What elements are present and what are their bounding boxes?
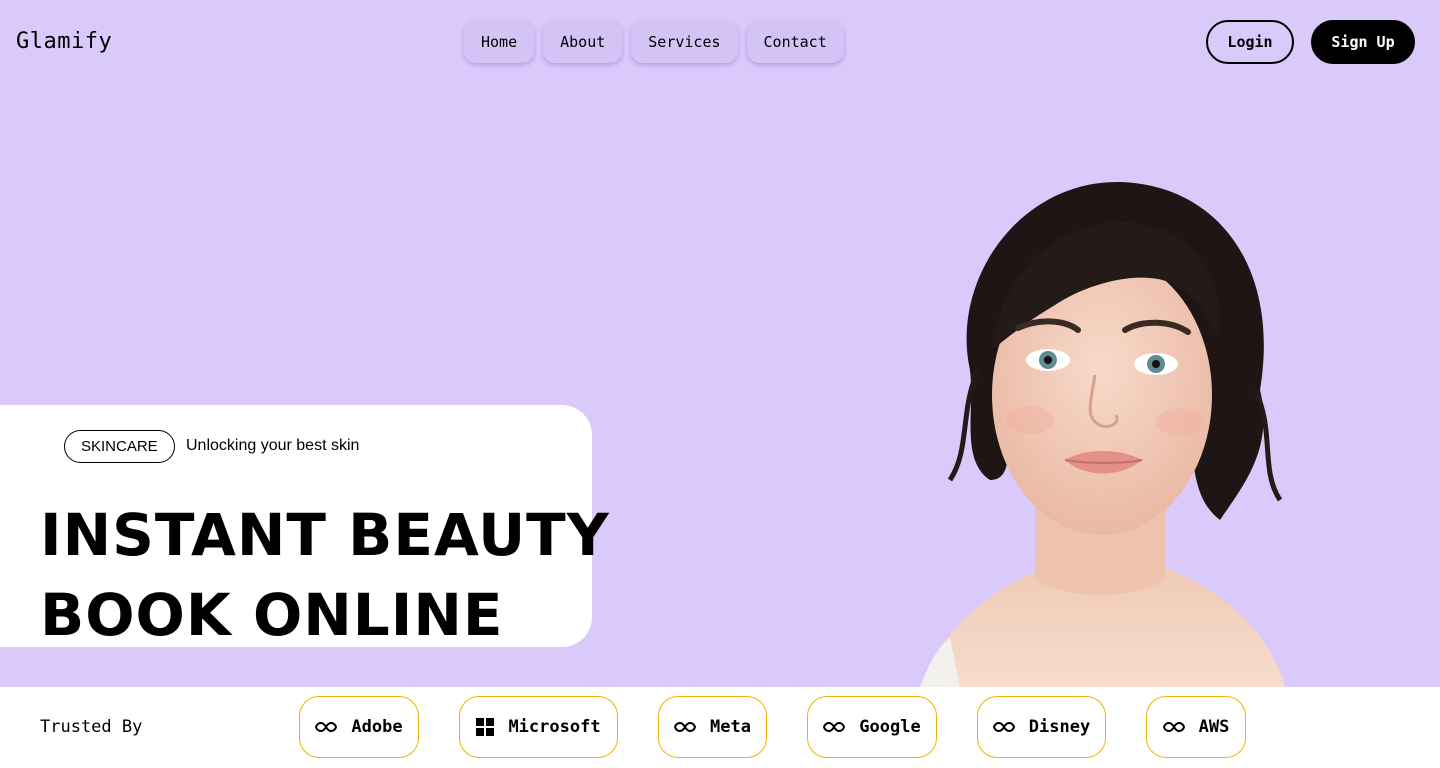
infinity-icon [1162, 721, 1185, 733]
auth-buttons: Login Sign Up [1206, 20, 1415, 64]
nav-home-button[interactable]: Home [464, 21, 535, 63]
brand-name: AWS [1198, 717, 1230, 737]
brand-logo[interactable]: Glamify [16, 27, 112, 57]
headline-line-1: INSTANT BEAUTY [40, 501, 610, 569]
model-portrait-image [920, 181, 1285, 687]
trusted-by-label: Trusted By [40, 717, 143, 737]
brand-pill-microsoft[interactable]: Microsoft [459, 696, 618, 758]
brand-pill-google[interactable]: Google [807, 696, 937, 758]
nav-about-button[interactable]: About [543, 21, 623, 63]
brand-pill-aws[interactable]: AWS [1146, 696, 1246, 758]
brand-name: Disney [1028, 717, 1091, 737]
nav-services-button[interactable]: Services [631, 21, 738, 63]
hero-headline: INSTANT BEAUTY BOOK ONLINE [40, 495, 610, 655]
brand-name: Adobe [351, 717, 403, 737]
windows-grid-icon [476, 718, 495, 736]
brand-pill-meta[interactable]: Meta [658, 696, 767, 758]
hero-tagline: Unlocking your best skin [186, 437, 360, 454]
infinity-icon [992, 721, 1015, 733]
brand-pill-disney[interactable]: Disney [977, 696, 1106, 758]
hero-card: SKINCARE Unlocking your best skin INSTAN… [0, 405, 609, 649]
brand-pill-adobe[interactable]: Adobe [299, 696, 419, 758]
brand-name: Meta [710, 717, 751, 737]
login-button[interactable]: Login [1206, 20, 1294, 64]
infinity-icon [674, 721, 697, 733]
infinity-icon [823, 721, 846, 733]
trusted-by-bar: Trusted By Adobe Microsoft Meta Google D… [0, 687, 1440, 768]
infinity-icon [315, 721, 338, 733]
brand-name: Google [859, 717, 921, 737]
main-nav: Home About Services Contact [464, 21, 844, 63]
brand-name: Microsoft [508, 717, 601, 737]
headline-line-2: BOOK ONLINE [40, 581, 504, 649]
signup-button[interactable]: Sign Up [1311, 20, 1415, 64]
nav-contact-button[interactable]: Contact [746, 21, 844, 63]
category-tag: SKINCARE [64, 430, 175, 463]
